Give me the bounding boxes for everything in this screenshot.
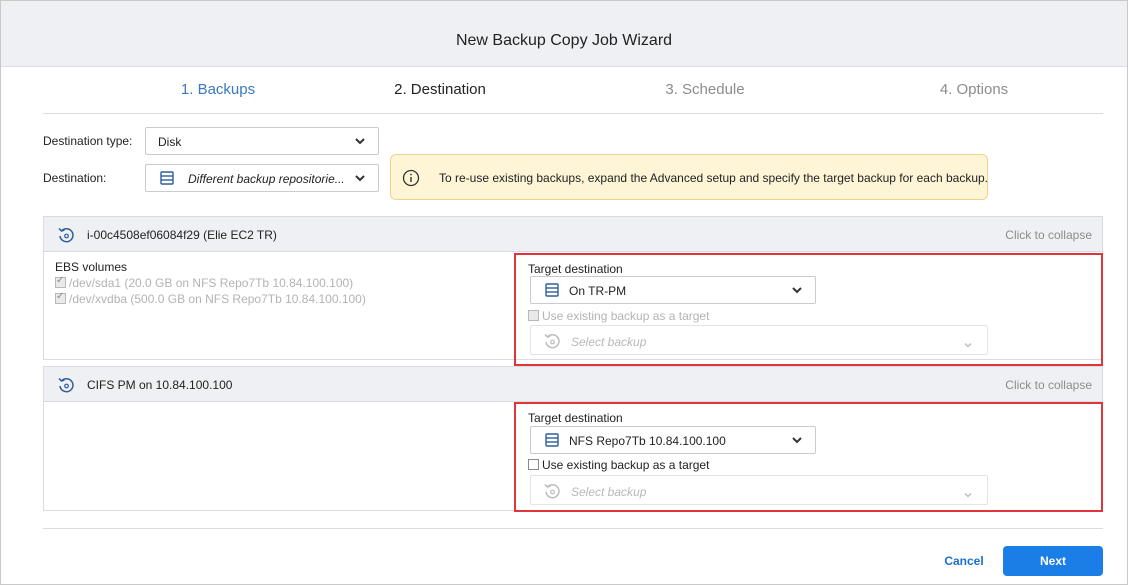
destination-type-select[interactable]: Disk (145, 127, 379, 155)
wizard-steps: 1. Backups 2. Destination 3. Schedule 4.… (43, 68, 1103, 114)
volume-label: /dev/xvdba (500.0 GB on NFS Repo7Tb 10.8… (69, 292, 366, 306)
destination-select[interactable]: Different backup repositorie... (145, 164, 379, 192)
destination-type-value: Disk (158, 135, 182, 149)
target-destination-label: Target destination (528, 262, 623, 276)
checkbox-checked-icon (55, 275, 66, 288)
chevron-down-icon (963, 336, 973, 354)
collapse-link[interactable]: Click to collapse (1005, 378, 1092, 392)
step-backups[interactable]: 1. Backups (118, 81, 318, 98)
info-icon (402, 169, 420, 192)
select-backup-dropdown: Select backup (530, 475, 988, 505)
chevron-down-icon (354, 173, 366, 183)
select-backup-dropdown: Select backup (530, 325, 988, 355)
collapse-link[interactable]: Click to collapse (1005, 228, 1092, 242)
database-icon (160, 171, 174, 188)
wizard-window: New Backup Copy Job Wizard 1. Backups 2.… (0, 0, 1128, 585)
step-schedule: 3. Schedule (665, 81, 745, 98)
info-banner: To re-use existing backups, expand the A… (390, 154, 988, 200)
refresh-icon (57, 226, 75, 249)
use-existing-backup-label: Use existing backup as a target (542, 309, 710, 323)
refresh-icon (543, 332, 561, 355)
section-header-cifs[interactable]: CIFS PM on 10.84.100.100 Click to collap… (43, 366, 1103, 402)
target-destination-label: Target destination (528, 411, 623, 425)
target-destination-select[interactable]: On TR-PM (530, 276, 816, 304)
database-icon (545, 283, 559, 300)
chevron-down-icon (791, 435, 803, 445)
target-destination-panel: Target destination On TR-PM Use existing… (514, 253, 1103, 366)
section-name: i-00c4508ef06084f29 (Elie EC2 TR) (87, 228, 277, 242)
footer-divider (43, 528, 1103, 529)
ebs-volumes-title: EBS volumes (55, 260, 128, 274)
target-destination-panel: Target destination NFS Repo7Tb 10.84.100… (514, 402, 1103, 512)
wizard-title: New Backup Copy Job Wizard (455, 32, 673, 49)
next-button[interactable]: Next (1003, 546, 1103, 576)
refresh-icon (543, 482, 561, 505)
step-destination[interactable]: 2. Destination (340, 81, 540, 98)
use-existing-backup-checkbox: Use existing backup as a target (528, 309, 709, 323)
volume-label: /dev/sda1 (20.0 GB on NFS Repo7Tb 10.84.… (69, 276, 354, 290)
step-options: 4. Options (939, 81, 1009, 98)
checkbox-icon (528, 310, 539, 321)
checkbox-icon[interactable] (528, 459, 539, 470)
chevron-down-icon (791, 285, 803, 295)
target-destination-value: NFS Repo7Tb 10.84.100.100 (569, 434, 726, 448)
use-existing-backup-label: Use existing backup as a target (542, 458, 710, 472)
select-backup-placeholder: Select backup (571, 485, 647, 499)
target-destination-select[interactable]: NFS Repo7Tb 10.84.100.100 (530, 426, 816, 454)
checkbox-checked-icon (55, 291, 66, 304)
database-icon (545, 433, 559, 450)
destination-label: Destination: (43, 171, 107, 185)
cancel-button[interactable]: Cancel (929, 546, 999, 576)
volume-item: /dev/xvdba (500.0 GB on NFS Repo7Tb 10.8… (55, 291, 366, 306)
volume-item: /dev/sda1 (20.0 GB on NFS Repo7Tb 10.84.… (55, 275, 354, 290)
chevron-down-icon (354, 136, 366, 146)
section-name: CIFS PM on 10.84.100.100 (87, 378, 233, 392)
use-existing-backup-checkbox[interactable]: Use existing backup as a target (528, 458, 709, 472)
select-backup-placeholder: Select backup (571, 335, 647, 349)
wizard-titlebar: New Backup Copy Job Wizard (1, 1, 1127, 67)
refresh-icon (57, 376, 75, 399)
section-header-ec2[interactable]: i-00c4508ef06084f29 (Elie EC2 TR) Click … (43, 216, 1103, 252)
destination-value: Different backup repositorie... (188, 172, 345, 186)
info-text: To re-use existing backups, expand the A… (439, 171, 989, 185)
target-destination-value: On TR-PM (569, 284, 627, 298)
destination-type-label: Destination type: (43, 134, 133, 148)
chevron-down-icon (963, 486, 973, 504)
